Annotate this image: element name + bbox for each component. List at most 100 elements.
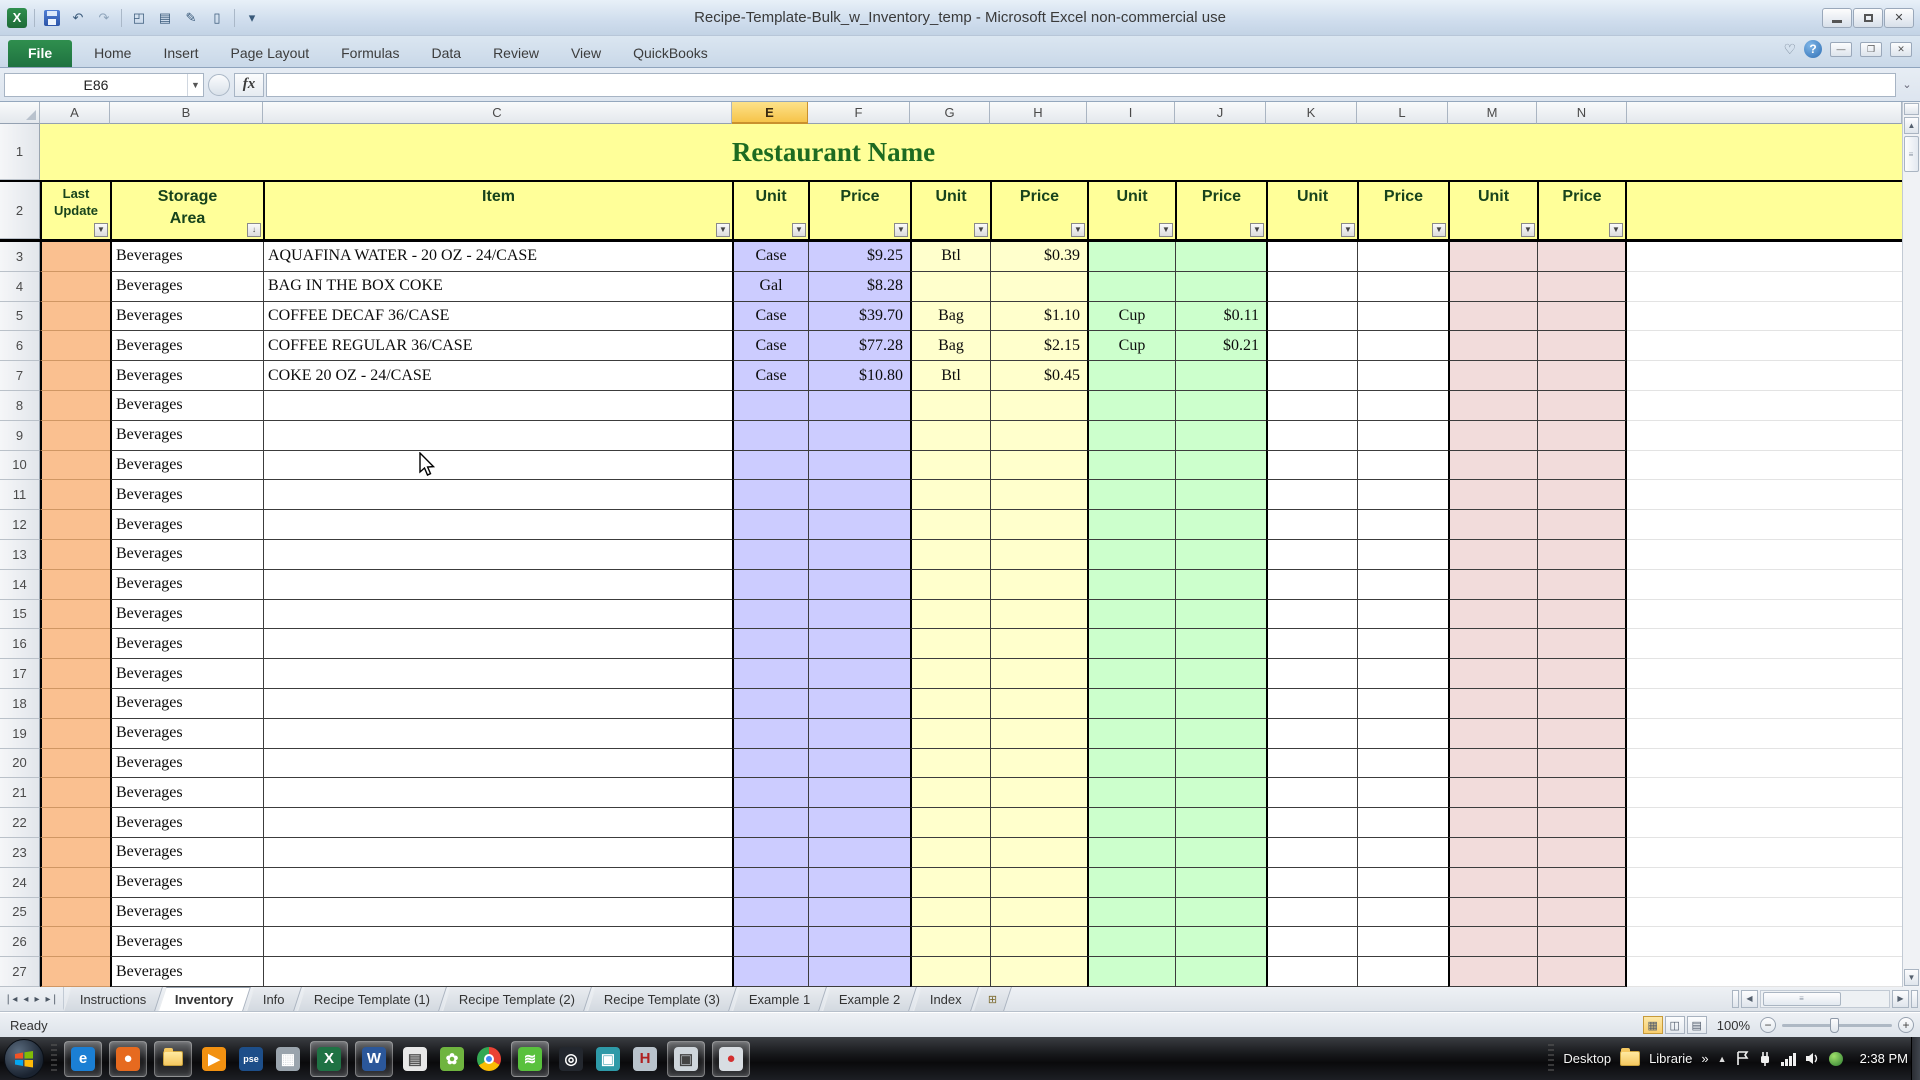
dark-app-icon[interactable]: ◎ — [556, 1044, 586, 1074]
grid-filler-cell[interactable] — [1627, 271, 1902, 302]
grid-filler-cell[interactable] — [1627, 808, 1902, 838]
grid-cell-A26[interactable] — [40, 927, 110, 958]
grid-cell-E13[interactable] — [732, 539, 808, 570]
grid-cell-E26[interactable] — [732, 927, 808, 958]
grid-cell-I14[interactable] — [1087, 569, 1175, 600]
grid-cell-I18[interactable] — [1087, 688, 1175, 719]
grid-cell-M15[interactable] — [1448, 599, 1537, 630]
grid-cell-L14[interactable] — [1357, 569, 1448, 600]
grid-cell-J21[interactable] — [1175, 778, 1266, 809]
grid-cell-H19[interactable] — [990, 718, 1087, 749]
grid-cell-K4[interactable] — [1266, 271, 1357, 302]
sheet-tab-recipe-template-1-[interactable]: Recipe Template (1) — [296, 987, 447, 1011]
grid-cell-E23[interactable] — [732, 837, 808, 868]
grid-cell-G21[interactable] — [910, 778, 990, 809]
grid-cell-M16[interactable] — [1448, 629, 1537, 660]
teal-app-icon[interactable]: ▣ — [593, 1044, 623, 1074]
grid-cell-B4[interactable]: Beverages — [110, 271, 263, 302]
restore-window-icon[interactable]: ❐ — [1860, 41, 1882, 57]
grid-cell-M24[interactable] — [1448, 867, 1537, 898]
grid-cell-K8[interactable] — [1266, 390, 1357, 421]
grid-cell-A21[interactable] — [40, 778, 110, 809]
grid-cell-C11[interactable] — [263, 480, 732, 511]
calculator-icon[interactable]: ▦ — [273, 1044, 303, 1074]
grid-cell-E15[interactable] — [732, 599, 808, 630]
grid-cell-L16[interactable] — [1357, 629, 1448, 660]
grid-cell-G19[interactable] — [910, 718, 990, 749]
grid-cell-J10[interactable] — [1175, 450, 1266, 481]
column-header-L[interactable]: L — [1357, 102, 1448, 124]
filter-dropdown-button[interactable]: ▼ — [1432, 223, 1446, 237]
grid-cell-L21[interactable] — [1357, 778, 1448, 809]
grid-cell-E22[interactable] — [732, 808, 808, 838]
grid-cell-I4[interactable] — [1087, 271, 1175, 302]
header-cell-M[interactable]: Unit ▼ — [1448, 182, 1537, 239]
grid-cell-G11[interactable] — [910, 480, 990, 511]
chrome-icon[interactable] — [474, 1044, 504, 1074]
grid-cell-G17[interactable] — [910, 659, 990, 689]
grid-cell-C14[interactable] — [263, 569, 732, 600]
grid-cell-M25[interactable] — [1448, 897, 1537, 928]
grid-cell-F11[interactable] — [808, 480, 910, 511]
column-header-M[interactable]: M — [1448, 102, 1537, 124]
grid-cell-C24[interactable] — [263, 867, 732, 898]
grid-cell-K3[interactable] — [1266, 242, 1357, 272]
start-button[interactable] — [4, 1038, 44, 1079]
grid-cell-F20[interactable] — [808, 748, 910, 779]
ribbon-tab-view[interactable]: View — [555, 40, 617, 67]
scroll-up-button[interactable]: ▲ — [1904, 117, 1919, 134]
screen-capture-icon[interactable]: ▣ — [667, 1040, 705, 1077]
grid-cell-L25[interactable] — [1357, 897, 1448, 928]
ribbon-tab-review[interactable]: Review — [477, 40, 555, 67]
grid-cell-C17[interactable] — [263, 659, 732, 689]
grid-cell-F9[interactable] — [808, 420, 910, 451]
grid-cell-H4[interactable] — [990, 271, 1087, 302]
grid-filler-cell[interactable] — [1627, 748, 1902, 779]
grid-cell-A7[interactable] — [40, 361, 110, 391]
grid-cell-M9[interactable] — [1448, 420, 1537, 451]
ribbon-tab-page-layout[interactable]: Page Layout — [215, 40, 326, 67]
grid-cell-M3[interactable] — [1448, 242, 1537, 272]
grid-cell-F24[interactable] — [808, 867, 910, 898]
grid-cell-A3[interactable] — [40, 242, 110, 272]
tab-split-handle[interactable] — [1732, 989, 1739, 1008]
grid-cell-C22[interactable] — [263, 808, 732, 838]
row-header-22[interactable]: 22 — [0, 808, 40, 838]
grid-cell-J4[interactable] — [1175, 271, 1266, 302]
grid-cell-L13[interactable] — [1357, 539, 1448, 570]
grid-cell-I15[interactable] — [1087, 599, 1175, 630]
media-player-icon[interactable]: ▶ — [199, 1044, 229, 1074]
grid-cell-M13[interactable] — [1448, 539, 1537, 570]
grid-cell-I21[interactable] — [1087, 778, 1175, 809]
row-header-24[interactable]: 24 — [0, 867, 40, 898]
print-icon[interactable]: ▤ — [154, 7, 176, 29]
grid-cell-L24[interactable] — [1357, 867, 1448, 898]
grid-cell-N22[interactable] — [1537, 808, 1627, 838]
grid-cell-M12[interactable] — [1448, 510, 1537, 540]
grid-cell-F16[interactable] — [808, 629, 910, 660]
grid-cell-B22[interactable]: Beverages — [110, 808, 263, 838]
grid-cell-J20[interactable] — [1175, 748, 1266, 779]
header-cell-I[interactable]: Unit ▼ — [1087, 182, 1175, 239]
header-cell-H[interactable]: Price ▼ — [990, 182, 1087, 239]
grid-cell-J22[interactable] — [1175, 808, 1266, 838]
grid-cell-H18[interactable] — [990, 688, 1087, 719]
customize-quick-access-toolbar-icon[interactable]: ▾ — [241, 7, 263, 29]
grid-cell-N27[interactable] — [1537, 957, 1627, 987]
grid-cell-J9[interactable] — [1175, 420, 1266, 451]
grid-cell-H22[interactable] — [990, 808, 1087, 838]
grid-cell-M10[interactable] — [1448, 450, 1537, 481]
filter-dropdown-button[interactable]: ▼ — [1521, 223, 1535, 237]
row-header-25[interactable]: 25 — [0, 897, 40, 928]
grid-filler-cell[interactable] — [1627, 837, 1902, 868]
row-header-5[interactable]: 5 — [0, 301, 40, 332]
grid-cell-N5[interactable] — [1537, 301, 1627, 332]
grid-cell-E25[interactable] — [732, 897, 808, 928]
grid-cell-I6[interactable]: Cup — [1087, 331, 1175, 362]
network-signal-icon[interactable] — [1780, 1052, 1796, 1066]
grid-filler-cell[interactable] — [1627, 450, 1902, 481]
edit-icon[interactable]: ✎ — [180, 7, 202, 29]
prev-sheet-icon[interactable]: ◂ — [23, 994, 28, 1005]
column-header-F[interactable]: F — [808, 102, 910, 124]
show-hidden-icons-button[interactable]: ▲ — [1718, 1054, 1727, 1064]
